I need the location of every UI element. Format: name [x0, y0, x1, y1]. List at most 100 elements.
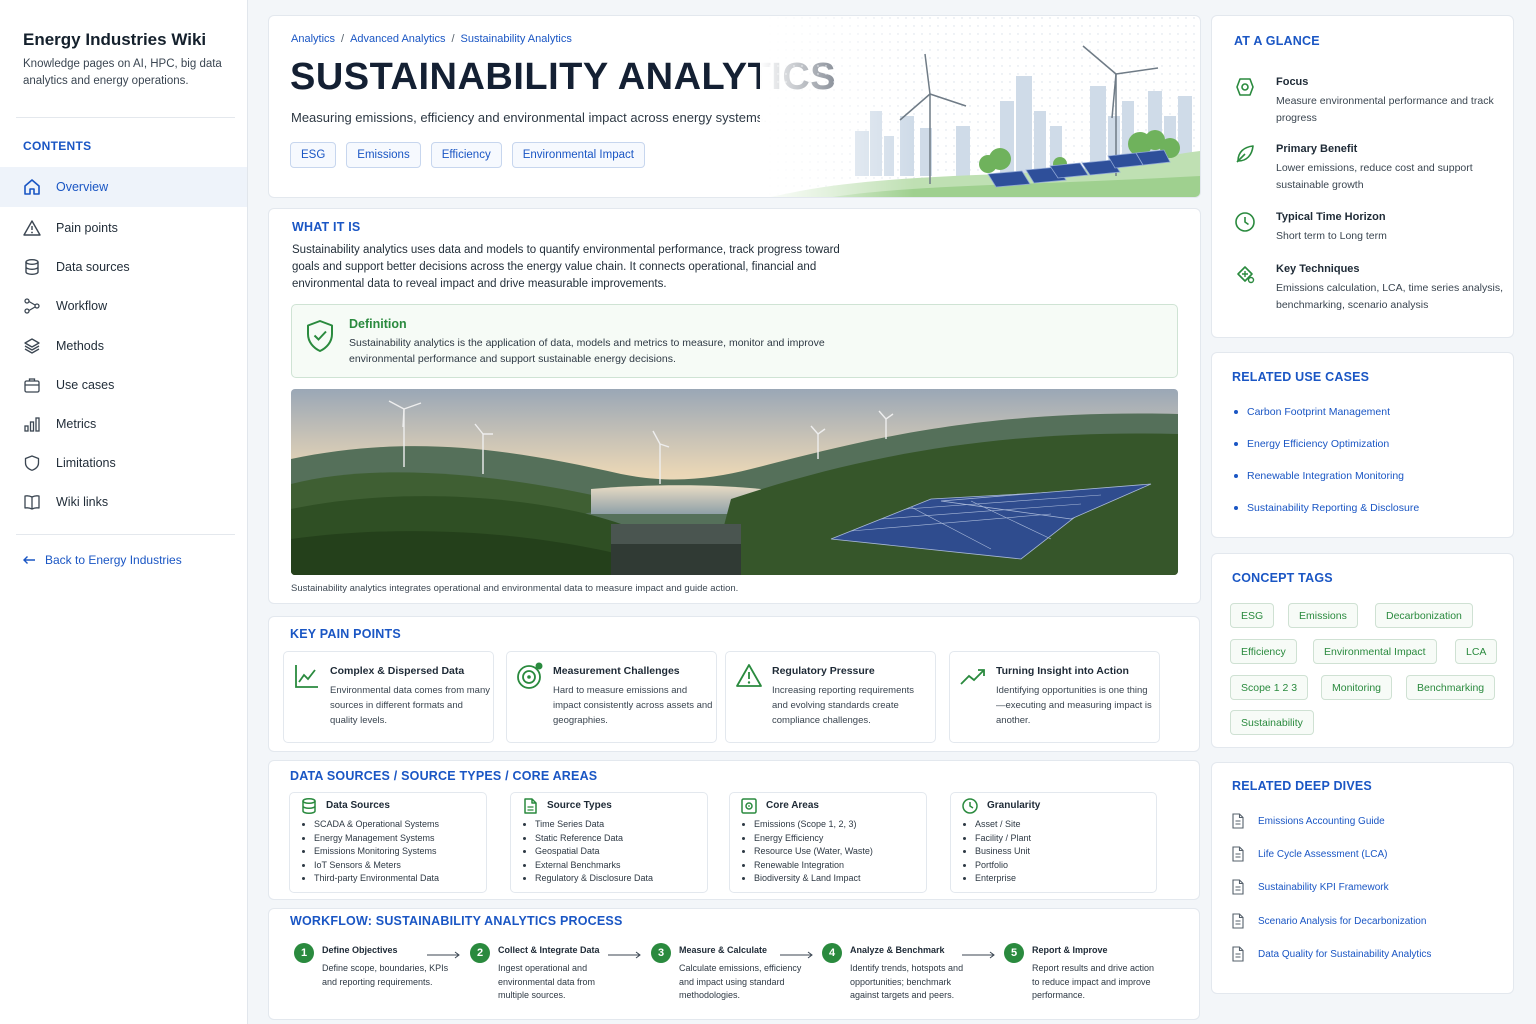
section-title: RELATED USE CASES	[1232, 370, 1370, 384]
sidebar-item-pain-points[interactable]: Pain points	[0, 208, 247, 248]
arrow-left-icon	[23, 556, 35, 564]
step-text: Identify trends, hotspots and opportunit…	[850, 963, 964, 1000]
use-case-link[interactable]: Sustainability Reporting & Disclosure	[1234, 502, 1419, 514]
list-item: Asset / Site	[975, 818, 1031, 832]
pain-point-text: Hard to measure emissions and impact con…	[553, 685, 713, 726]
granularity-card: Granularity Asset / Site Facility / Plan…	[950, 792, 1157, 893]
concept-tag[interactable]: Benchmarking	[1406, 675, 1496, 700]
divider	[16, 117, 235, 118]
bullet-dot	[1234, 506, 1238, 510]
pain-point-card: Regulatory Pressure Increasing reporting…	[725, 651, 936, 743]
card-title: Core Areas	[766, 800, 819, 811]
pain-point-title: Complex & Dispersed Data	[330, 665, 465, 677]
section-title: WHAT IT IS	[292, 220, 361, 234]
tag-efficiency[interactable]: Efficiency	[430, 142, 502, 168]
document-icon	[1232, 946, 1244, 962]
briefcase-icon	[24, 378, 40, 393]
deep-dive-link[interactable]: Sustainability KPI Framework	[1231, 879, 1389, 895]
database-icon	[25, 259, 39, 276]
list-item: Geospatial Data	[535, 845, 653, 859]
home-icon	[24, 179, 40, 195]
pain-point-card: Measurement Challenges Hard to measure e…	[506, 651, 717, 743]
tag-emissions[interactable]: Emissions	[346, 142, 421, 168]
tag-esg[interactable]: ESG	[290, 142, 337, 168]
deep-dive-link[interactable]: Emissions Accounting Guide	[1231, 813, 1385, 829]
deep-dive-label: Life Cycle Assessment (LCA)	[1258, 848, 1388, 860]
concept-tag[interactable]: Scope 1 2 3	[1230, 675, 1309, 700]
deep-dive-label: Data Quality for Sustainability Analytic…	[1258, 948, 1432, 960]
definition-text: Sustainability analytics is the applicat…	[349, 337, 825, 365]
at-a-glance-panel: AT A GLANCE Focus Measure environmental …	[1211, 15, 1514, 338]
sidebar-item-label: Methods	[56, 339, 104, 353]
list-item: SCADA & Operational Systems	[314, 818, 439, 832]
list-item: Biodiversity & Land Impact	[754, 872, 873, 886]
step-title: Analyze & Benchmark	[850, 945, 945, 955]
bullet-list: Asset / Site Facility / Plant Business U…	[975, 818, 1031, 886]
concept-tags-panel: CONCEPT TAGS ESG Emissions Decarbonizati…	[1211, 553, 1514, 748]
sidebar-item-data-sources[interactable]: Data sources	[0, 247, 247, 287]
deep-dive-label: Sustainability KPI Framework	[1258, 881, 1389, 893]
glance-title: Typical Time Horizon	[1276, 211, 1386, 223]
step-number: 4	[822, 943, 842, 963]
list-item: Enterprise	[975, 872, 1031, 886]
shield-icon	[24, 455, 40, 471]
sidebar-item-workflow[interactable]: Workflow	[0, 286, 247, 326]
deep-dive-link[interactable]: Life Cycle Assessment (LCA)	[1231, 846, 1388, 862]
breadcrumb-current[interactable]: Sustainability Analytics	[461, 33, 572, 45]
pain-points-section: KEY PAIN POINTS Complex & Dispersed Data…	[268, 616, 1200, 752]
concept-tag[interactable]: ESG	[1230, 603, 1275, 628]
breadcrumb-link[interactable]: Analytics	[291, 33, 335, 45]
sidebar-item-wiki-links[interactable]: Wiki links	[0, 482, 247, 522]
pain-point-text: Increasing reporting requirements and ev…	[772, 685, 915, 726]
sidebar-item-use-cases[interactable]: Use cases	[0, 365, 247, 405]
back-link[interactable]: Back to Energy Industries	[22, 553, 182, 567]
step-title: Report & Improve	[1032, 945, 1108, 955]
what-it-is-paragraph: Sustainability analytics uses data and m…	[292, 244, 840, 290]
use-case-link[interactable]: Renewable Integration Monitoring	[1234, 470, 1404, 482]
section-title: WORKFLOW: SUSTAINABILITY ANALYTICS PROCE…	[290, 914, 623, 928]
sidebar-item-limitations[interactable]: Limitations	[0, 443, 247, 483]
bullet-dot	[1234, 442, 1238, 446]
use-case-link[interactable]: Carbon Footprint Management	[1234, 406, 1390, 418]
concept-tag[interactable]: Monitoring	[1321, 675, 1393, 700]
use-case-link[interactable]: Energy Efficiency Optimization	[1234, 438, 1389, 450]
hero-section: Analytics / Advanced Analytics / Sustainab…	[268, 15, 1201, 198]
sidebar: Energy Industries Wiki Knowledge pages o…	[0, 0, 248, 1024]
contents-heading: CONTENTS	[23, 139, 92, 153]
deep-dive-link[interactable]: Scenario Analysis for Decarbonization	[1231, 913, 1426, 929]
tag-environmental-impact[interactable]: Environmental Impact	[511, 142, 645, 168]
concept-tag[interactable]: Efficiency	[1230, 639, 1297, 664]
concept-tag[interactable]: Emissions	[1288, 603, 1358, 628]
concept-tag[interactable]: Environmental Impact	[1313, 639, 1437, 664]
list-item: Resource Use (Water, Waste)	[754, 845, 873, 859]
list-item: Static Reference Data	[535, 832, 653, 846]
section-title: KEY PAIN POINTS	[290, 627, 401, 641]
sidebar-item-label: Use cases	[56, 378, 115, 392]
arrow-right-icon	[780, 951, 813, 959]
glance-text: Measure environmental performance and tr…	[1276, 95, 1494, 124]
concept-tag[interactable]: Sustainability	[1230, 710, 1314, 735]
sidebar-item-metrics[interactable]: Metrics	[0, 404, 247, 444]
image-caption: Sustainability analytics integrates oper…	[291, 583, 739, 594]
wiki-title[interactable]: Energy Industries Wiki	[23, 30, 206, 50]
sidebar-item-label: Overview	[56, 180, 109, 194]
sidebar-item-overview[interactable]: Overview	[0, 167, 247, 207]
document-icon	[524, 798, 537, 814]
concept-tag[interactable]: LCA	[1455, 639, 1498, 664]
sidebar-item-methods[interactable]: Methods	[0, 326, 247, 366]
definition-title: Definition	[349, 317, 407, 331]
deep-dive-link[interactable]: Data Quality for Sustainability Analytic…	[1231, 946, 1431, 962]
page-subtitle: Measuring emissions, efficiency and envi…	[291, 110, 767, 125]
pain-point-card: Turning Insight into Action Identifying …	[949, 651, 1160, 743]
section-title: DATA SOURCES / SOURCE TYPES / CORE AREAS	[290, 769, 598, 783]
section-title: AT A GLANCE	[1234, 34, 1320, 48]
step-title: Define Objectives	[322, 945, 398, 955]
breadcrumb-link[interactable]: Advanced Analytics	[350, 33, 445, 45]
workflow-section: WORKFLOW: SUSTAINABILITY ANALYTICS PROCE…	[268, 908, 1200, 1020]
tools-icon	[1237, 266, 1255, 284]
concept-tag[interactable]: Decarbonization	[1375, 603, 1473, 628]
section-title: RELATED DEEP DIVES	[1232, 779, 1372, 793]
landscape-image	[291, 389, 1178, 575]
list-item: IoT Sensors & Meters	[314, 859, 439, 873]
bullet-list: Time Series Data Static Reference Data G…	[535, 818, 653, 886]
